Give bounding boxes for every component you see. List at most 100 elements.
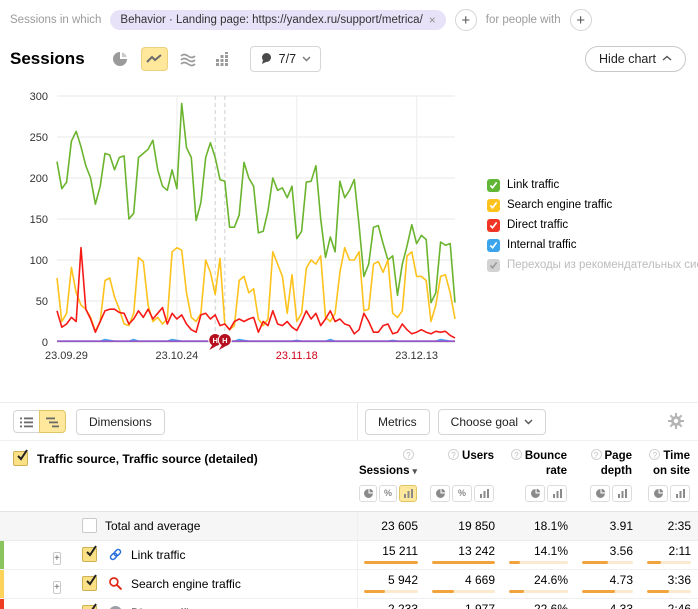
- legend-label: Search engine traffic: [507, 199, 612, 211]
- pie-toggle-button[interactable]: [590, 485, 610, 502]
- metric-bar-track: [582, 561, 633, 564]
- pie-toggle-button[interactable]: [648, 485, 668, 502]
- metric-value: 4.33: [610, 603, 633, 609]
- view-toggle-group: [13, 410, 66, 433]
- bars-toggle-button[interactable]: [474, 485, 494, 502]
- legend-checkbox[interactable]: [487, 179, 500, 192]
- legend-item[interactable]: Internal traffic: [487, 235, 698, 255]
- bars-toggle-button[interactable]: [547, 485, 567, 502]
- x-axis-label: 23.10.24: [155, 350, 198, 362]
- help-icon[interactable]: ?: [403, 449, 414, 460]
- row-label[interactable]: Search engine traffic: [131, 577, 241, 591]
- chart-header: Sessions 7/7 Hide chart: [10, 45, 686, 72]
- pie-chart-type-button[interactable]: [107, 47, 134, 71]
- row-checkbox[interactable]: [82, 547, 97, 562]
- stacked-area-type-button[interactable]: [175, 47, 202, 71]
- metric-bar-track: [509, 590, 568, 593]
- row-color-strip: [0, 541, 4, 569]
- legend-item[interactable]: Переходы из рекомендательных систем: [487, 255, 698, 275]
- row-label[interactable]: Link traffic: [131, 548, 185, 562]
- tree-view-button[interactable]: [39, 410, 66, 433]
- svg-text:H: H: [213, 336, 218, 345]
- help-icon[interactable]: ?: [511, 449, 522, 460]
- metric-label: Bounce: [525, 450, 567, 462]
- add-people-filter-button[interactable]: +: [570, 9, 592, 31]
- table-row: + Link traffic 15 21113 24214.1%3.562:11: [0, 541, 698, 570]
- chip-close-icon[interactable]: ×: [429, 14, 436, 26]
- help-icon[interactable]: ?: [591, 449, 602, 460]
- bars-toggle-button[interactable]: [670, 485, 690, 502]
- metric-display-toggles: [640, 485, 698, 502]
- dimension-checkbox[interactable]: [13, 451, 28, 466]
- add-segment-button[interactable]: +: [455, 9, 477, 31]
- pie-icon: [653, 488, 664, 499]
- column-chart-type-button[interactable]: [209, 47, 236, 71]
- legend-item[interactable]: Link traffic: [487, 175, 698, 195]
- hide-chart-button[interactable]: Hide chart: [585, 46, 686, 72]
- help-icon[interactable]: ?: [448, 449, 459, 460]
- check-icon: [489, 221, 498, 230]
- metric-column-header[interactable]: ?Timeon site: [640, 449, 698, 479]
- stacked-area-icon: [179, 50, 197, 68]
- metric-column-header[interactable]: ?Bouncerate: [502, 449, 575, 479]
- dimensions-button[interactable]: Dimensions: [76, 409, 165, 435]
- choose-goal-button[interactable]: Choose goal: [438, 409, 546, 435]
- percent-toggle-button[interactable]: %: [379, 485, 397, 502]
- filter-bar: Sessions in which Behavior · Landing pag…: [10, 8, 688, 32]
- page-title: Sessions: [10, 49, 85, 69]
- metric-column-header[interactable]: ?Users: [425, 449, 502, 479]
- bars-toggle-button[interactable]: [399, 485, 417, 502]
- x-axis-label: 23.12.13: [395, 350, 438, 362]
- pie-icon: [435, 488, 446, 499]
- metric-column-header[interactable]: ?Sessions▾: [357, 449, 425, 479]
- table-row: Total and average23 60519 85018.1%3.912:…: [0, 512, 698, 541]
- list-view-button[interactable]: [13, 410, 40, 433]
- table-row: +Search engine traffic5 9424 66924.6%4.7…: [0, 570, 698, 599]
- dimension-cell: Direct traffic: [0, 599, 357, 609]
- pie-toggle-button[interactable]: [359, 485, 377, 502]
- metric-bar-fill: [432, 590, 454, 593]
- legend-checkbox[interactable]: [487, 259, 500, 272]
- comment-flag-icon: [260, 52, 273, 65]
- bars-toggle-button[interactable]: [612, 485, 632, 502]
- metric-value: 3:36: [668, 574, 691, 586]
- row-checkbox[interactable]: [82, 576, 97, 591]
- expand-button[interactable]: +: [53, 552, 61, 565]
- segments-dropdown[interactable]: 7/7: [250, 46, 321, 72]
- percent-toggle-button[interactable]: %: [452, 485, 472, 502]
- metric-value-cell: 24.6%: [503, 570, 576, 598]
- segment-chip[interactable]: Behavior · Landing page: https://yandex.…: [110, 10, 445, 30]
- svg-text:0: 0: [42, 337, 48, 349]
- row-checkbox[interactable]: [82, 518, 97, 533]
- help-icon[interactable]: ?: [649, 449, 660, 460]
- metric-label-line2: depth: [601, 465, 632, 477]
- metrics-button[interactable]: Metrics: [365, 409, 430, 435]
- legend-item[interactable]: Search engine traffic: [487, 195, 698, 215]
- metric-column-header[interactable]: ?Pagedepth: [575, 449, 640, 479]
- metric-bar-fill: [432, 561, 495, 564]
- legend-checkbox[interactable]: [487, 199, 500, 212]
- percent-icon: %: [384, 488, 392, 498]
- legend-item[interactable]: Direct traffic: [487, 215, 698, 235]
- table-settings-gear-icon[interactable]: [668, 413, 684, 434]
- expand-button[interactable]: +: [53, 581, 61, 594]
- metric-value-cell: 19 850: [426, 512, 503, 540]
- legend-checkbox[interactable]: [487, 239, 500, 252]
- metric-value-cell: 15 211: [358, 541, 426, 569]
- metric-value: 24.6%: [534, 574, 568, 586]
- metrics-cells: 15 21113 24214.1%3.562:11: [357, 541, 698, 569]
- table-body: Total and average23 60519 85018.1%3.912:…: [0, 512, 698, 609]
- row-checkbox[interactable]: [82, 605, 97, 609]
- legend-checkbox[interactable]: [487, 219, 500, 232]
- metric-value-cell: 18.1%: [503, 512, 576, 540]
- series-line-link-traffic: [57, 103, 455, 302]
- pie-toggle-button[interactable]: [430, 485, 450, 502]
- metric-value-cell: 2:11: [641, 541, 698, 569]
- metric-bar-track: [364, 590, 418, 593]
- expander-slot: +: [53, 548, 67, 562]
- pie-toggle-button[interactable]: [525, 485, 545, 502]
- row-label[interactable]: Total and average: [105, 519, 200, 533]
- metric-bar-track: [509, 561, 568, 564]
- line-chart-type-button[interactable]: [141, 47, 168, 71]
- metric-value-cell: 2 233: [358, 599, 426, 609]
